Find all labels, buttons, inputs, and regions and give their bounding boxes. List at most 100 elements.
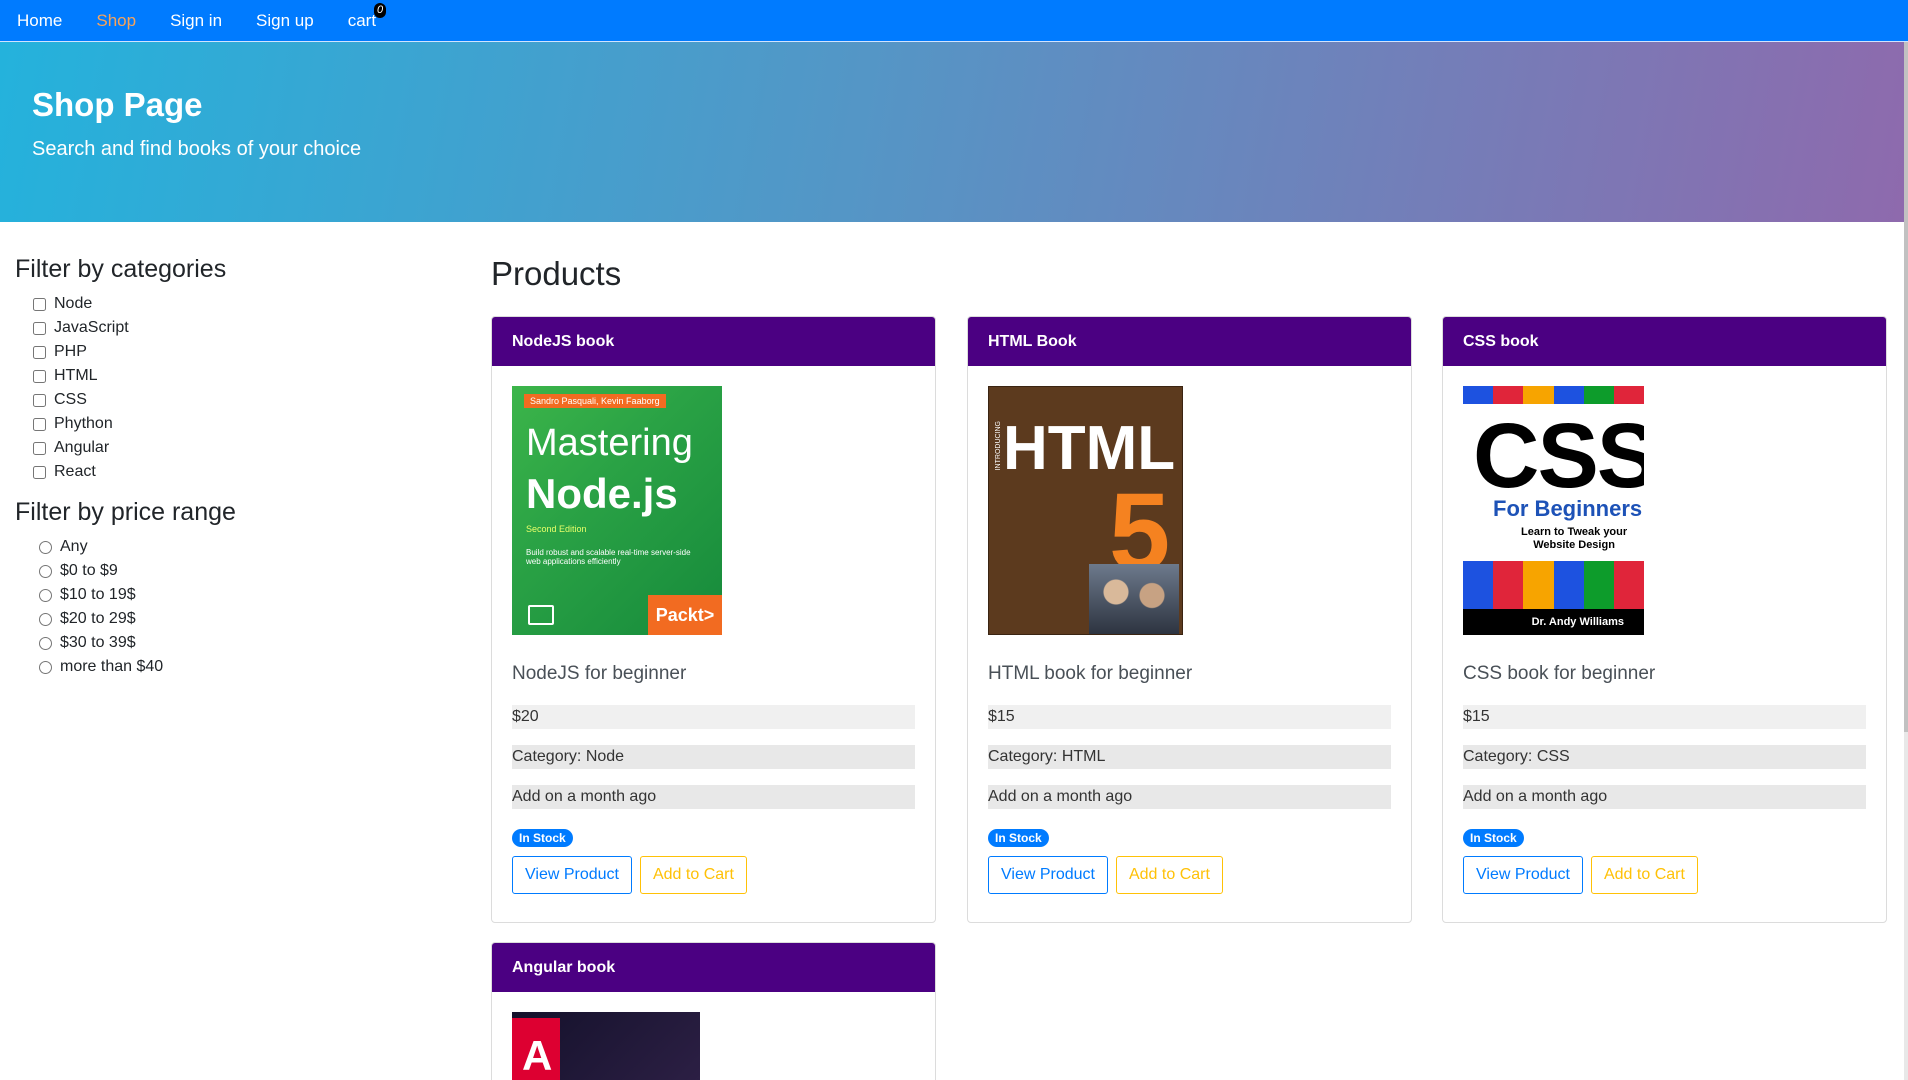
product-title: HTML book for beginner (988, 663, 1193, 684)
category-filter-css[interactable]: CSS (15, 388, 455, 412)
category-filter-html[interactable]: HTML (15, 364, 455, 388)
category-label: Node (54, 295, 93, 312)
cart-count-badge: 0 (374, 2, 387, 18)
nav-shop-link[interactable]: Shop (96, 11, 136, 31)
price-label: $10 to 19$ (60, 586, 136, 603)
category-label: CSS (54, 391, 87, 408)
price-label: $30 to 39$ (60, 634, 136, 651)
product-price: $15 (1463, 705, 1866, 729)
nav-signin-link[interactable]: Sign in (170, 11, 222, 31)
category-filter-react[interactable]: React (15, 460, 455, 484)
product-title: CSS book for beginner (1463, 663, 1656, 684)
category-filter-node[interactable]: Node (15, 292, 455, 316)
stock-status-badge: In Stock (1463, 829, 1524, 847)
product-card-header: HTML Book (968, 317, 1411, 366)
price-radio[interactable] (39, 612, 52, 626)
category-label: PHP (54, 343, 87, 360)
price-radio[interactable] (39, 660, 52, 674)
price-filter-section: Filter by price range Any $0 to $9 $10 t… (15, 498, 455, 679)
product-added-date: Add on a month ago (512, 785, 915, 809)
filter-sidebar: Filter by categories Node JavaScript PHP… (15, 255, 455, 679)
product-card-header: NodeJS book (492, 317, 935, 366)
view-product-button[interactable]: View Product (512, 856, 632, 894)
scrollbar-thumb[interactable] (1904, 42, 1908, 732)
price-filter-any[interactable]: Any (15, 535, 455, 559)
nav-cart-link[interactable]: cart 0 (347, 2, 387, 31)
top-navbar: Home Shop Sign in Sign up cart 0 (0, 0, 1908, 42)
cover-tagline-line1: Learn to Tweak your (1521, 526, 1628, 538)
page-subtitle: Search and find books of your choice (32, 138, 362, 160)
book-icon (528, 605, 554, 625)
product-card: Angular book A (491, 942, 936, 1080)
category-checkbox[interactable] (33, 345, 46, 359)
category-checkbox[interactable] (33, 297, 46, 311)
product-category: Category: HTML (988, 745, 1391, 769)
product-card-header: Angular book (492, 943, 935, 992)
cover-edition: Second Edition (526, 524, 587, 534)
price-filter-10-19[interactable]: $10 to 19$ (15, 583, 455, 607)
price-filter-0-9[interactable]: $0 to $9 (15, 559, 455, 583)
price-label: Any (60, 538, 88, 555)
category-checkbox[interactable] (33, 465, 46, 479)
cover-bottom-stripes (1463, 561, 1644, 609)
book-cover-image[interactable]: INTRODUCING HTML 5 (988, 386, 1183, 635)
price-radio[interactable] (39, 540, 52, 554)
category-checkbox[interactable] (33, 441, 46, 455)
price-filter-20-29[interactable]: $20 to 29$ (15, 607, 455, 631)
product-price: $20 (512, 705, 915, 729)
book-cover-image[interactable]: Sandro Pasquali, Kevin Faaborg Mastering… (512, 386, 722, 635)
price-filter-40-plus[interactable]: more than $40 (15, 655, 455, 679)
product-title: NodeJS for beginner (512, 663, 687, 684)
cover-title: CSS (1473, 405, 1644, 507)
product-category: Category: CSS (1463, 745, 1866, 769)
price-radio[interactable] (39, 636, 52, 650)
cover-tagline-line2: Website Design (1533, 539, 1615, 551)
category-filter-php[interactable]: PHP (15, 340, 455, 364)
price-radio[interactable] (39, 564, 52, 578)
price-label: more than $40 (60, 658, 164, 675)
cover-top-stripes (1463, 386, 1644, 404)
add-to-cart-button[interactable]: Add to Cart (1590, 856, 1698, 894)
cover-intro: INTRODUCING (995, 421, 1002, 471)
book-cover-image[interactable]: CSS For Beginners Learn to Tweak your Web… (1463, 386, 1644, 635)
product-card: CSS book CSS For Beginners Learn to Twea… (1442, 316, 1887, 923)
price-filter-30-39[interactable]: $30 to 39$ (15, 631, 455, 655)
product-card: HTML Book INTRODUCING HTML 5 HTML book f… (967, 316, 1412, 923)
cover-title-line1: Mastering (526, 422, 693, 464)
nav-signup-link[interactable]: Sign up (256, 11, 314, 31)
product-card: NodeJS book Sandro Pasquali, Kevin Faabo… (491, 316, 936, 923)
authors-photo (1089, 564, 1179, 634)
stock-status-badge: In Stock (988, 829, 1049, 847)
price-radio[interactable] (39, 588, 52, 602)
book-cover-image[interactable]: A (512, 1012, 700, 1080)
category-checkbox[interactable] (33, 321, 46, 335)
category-label: Angular (54, 439, 110, 456)
product-added-date: Add on a month ago (988, 785, 1391, 809)
product-added-date: Add on a month ago (1463, 785, 1866, 809)
view-product-button[interactable]: View Product (988, 856, 1108, 894)
category-filter-javascript[interactable]: JavaScript (15, 316, 455, 340)
add-to-cart-button[interactable]: Add to Cart (1115, 856, 1223, 894)
category-checkbox[interactable] (33, 369, 46, 383)
cover-title-line2: Node.js (526, 470, 678, 517)
category-checkbox[interactable] (33, 393, 46, 407)
categories-filter-title: Filter by categories (15, 255, 227, 283)
publisher-logo: Packt> (648, 595, 722, 635)
cover-author: Dr. Andy Williams (1463, 609, 1644, 635)
product-price: $15 (988, 705, 1391, 729)
price-label: $20 to 29$ (60, 610, 136, 627)
category-checkbox[interactable] (33, 417, 46, 431)
product-card-header: CSS book (1443, 317, 1886, 366)
category-filter-angular[interactable]: Angular (15, 436, 455, 460)
price-filter-title: Filter by price range (15, 498, 236, 526)
category-filter-python[interactable]: Phython (15, 412, 455, 436)
view-product-button[interactable]: View Product (1463, 856, 1583, 894)
add-to-cart-button[interactable]: Add to Cart (639, 856, 747, 894)
hero-banner: Shop Page Search and find books of your … (0, 42, 1904, 222)
cover-letter: A (522, 1032, 553, 1079)
products-heading: Products (491, 255, 622, 292)
cart-label: cart (347, 10, 377, 30)
cover-subtitle: For Beginners (1493, 496, 1643, 521)
nav-home-link[interactable]: Home (17, 11, 62, 31)
cover-description: Build robust and scalable real-time serv… (526, 548, 691, 566)
